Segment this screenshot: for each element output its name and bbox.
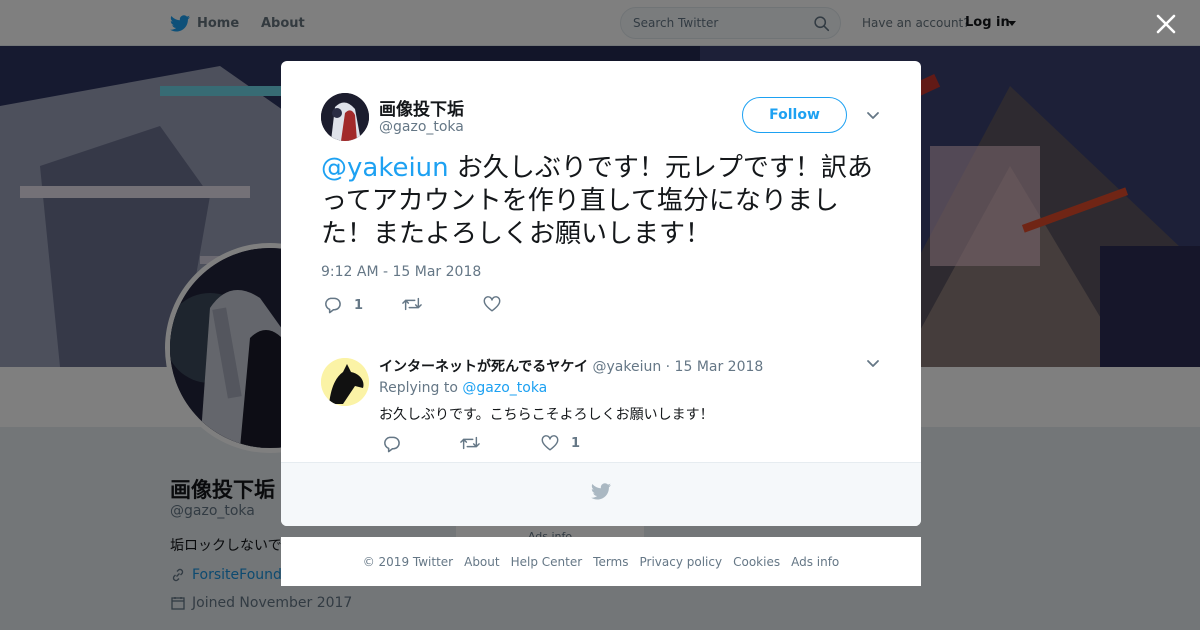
- retweet-action[interactable]: [402, 296, 434, 312]
- modal-footer: [281, 462, 921, 526]
- follow-button[interactable]: Follow: [742, 97, 847, 133]
- reply-icon: [384, 436, 400, 453]
- tweet-timestamp[interactable]: 9:12 AM - 15 Mar 2018: [321, 264, 481, 280]
- reply-header: インターネットが死んでるヤケイ @yakeiun · 15 Mar 2018: [379, 356, 763, 376]
- retweet-icon: [402, 297, 422, 311]
- chevron-down-icon[interactable]: [866, 111, 880, 121]
- footer-copyright: © 2019 Twitter: [362, 554, 454, 569]
- reply-like-action[interactable]: 1: [541, 435, 580, 452]
- reply-count: 1: [354, 297, 364, 313]
- reply-meta[interactable]: @yakeiun · 15 Mar 2018: [588, 359, 763, 375]
- footer-cookies-link[interactable]: Cookies: [733, 555, 780, 569]
- site-footer: © 2019 Twitter About Help Center Terms P…: [281, 537, 921, 586]
- author-name[interactable]: 画像投下垢: [379, 95, 464, 120]
- tweet-text: @yakeiun お久しぶりです！元レプです！訳あってアカウントを作り直して塩分…: [321, 152, 881, 251]
- reply-icon: [325, 297, 341, 314]
- close-icon[interactable]: [1153, 11, 1179, 37]
- reply-author-avatar[interactable]: [321, 358, 369, 406]
- footer-privacy-link[interactable]: Privacy policy: [640, 555, 723, 569]
- twitter-bird-icon: [591, 483, 611, 500]
- reply-author-name[interactable]: インターネットが死んでるヤケイ: [379, 359, 588, 375]
- reply-reply-action[interactable]: [382, 435, 413, 453]
- footer-about-link[interactable]: About: [464, 555, 499, 569]
- tweet-mention-link[interactable]: @yakeiun: [321, 153, 449, 183]
- like-action[interactable]: [483, 296, 513, 313]
- author-handle[interactable]: @gazo_toka: [379, 119, 464, 135]
- reply-action[interactable]: 1: [323, 296, 363, 314]
- chevron-down-icon[interactable]: [866, 359, 880, 369]
- replying-mention-link[interactable]: @gazo_toka: [462, 380, 547, 396]
- author-avatar[interactable]: [321, 93, 369, 141]
- reply-avatar-art: [321, 358, 369, 406]
- retweet-icon: [460, 436, 480, 450]
- heart-icon: [541, 435, 559, 451]
- reply-retweet-action[interactable]: [460, 435, 492, 451]
- reply-text: お久しぶりです。こちらこそよろしくお願いします！: [379, 407, 714, 423]
- footer-help-center-link[interactable]: Help Center: [511, 555, 583, 569]
- replying-label: Replying to: [379, 380, 458, 396]
- heart-icon: [483, 296, 501, 312]
- replying-to: Replying to @gazo_toka: [379, 380, 547, 396]
- reply-like-count: 1: [571, 436, 581, 451]
- author-avatar-art: [321, 93, 369, 141]
- footer-terms-link[interactable]: Terms: [593, 555, 628, 569]
- tweet-permalink-modal: 画像投下垢 @gazo_toka Follow @yakeiun お久しぶりです…: [281, 61, 921, 526]
- footer-ads-info-link[interactable]: Ads info: [791, 555, 839, 569]
